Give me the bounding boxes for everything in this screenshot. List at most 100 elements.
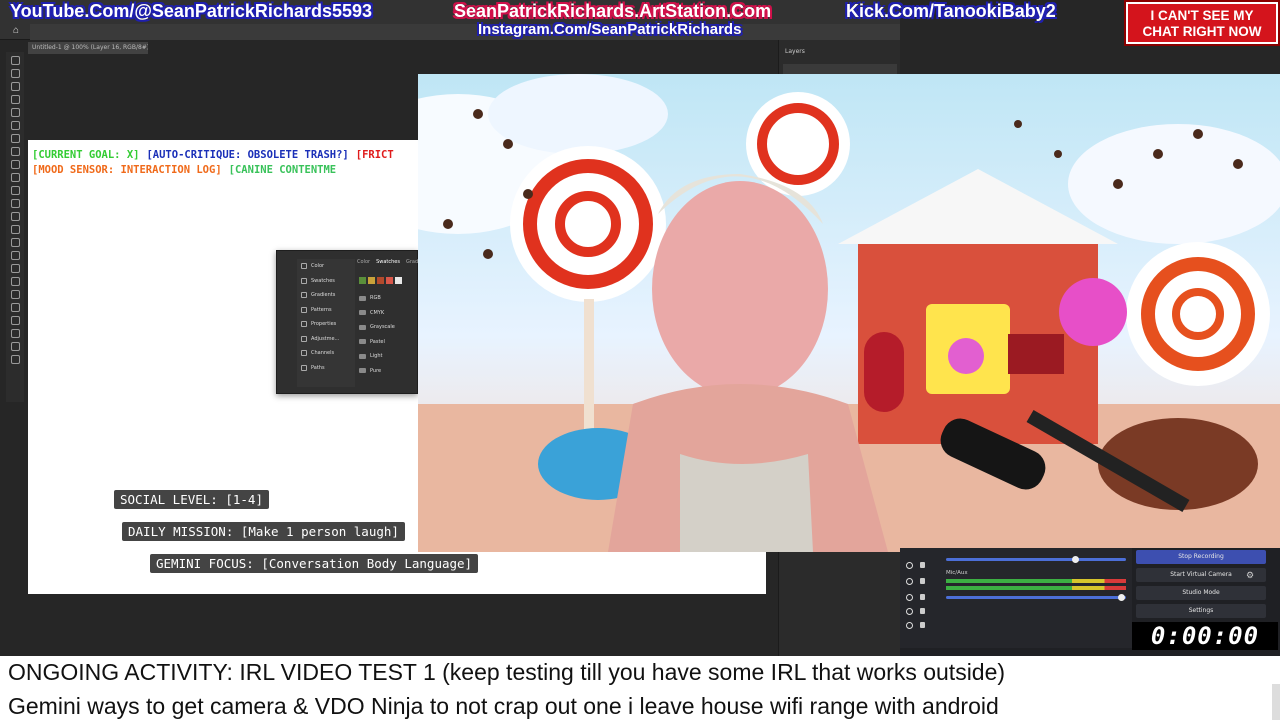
studio-mode-button[interactable]: Studio Mode [1136,586,1266,600]
document-tab[interactable]: Untitled-1 @ 100% (Layer 16, RGB/8#) * [28,42,148,54]
swatch-folder[interactable]: RGB [359,291,395,306]
home-icon[interactable]: ⌂ [13,26,25,36]
panel-icon [301,277,307,284]
swatch-folder[interactable]: Pastel [359,335,395,350]
swatch-folder[interactable]: CMYK [359,306,395,321]
gear-icon[interactable]: ⚙ [1246,570,1254,581]
tool-icon[interactable] [10,238,20,247]
swatch-chip[interactable] [386,277,393,284]
tool-icon[interactable] [10,121,20,130]
panel-icon [301,292,307,299]
swatch-folder[interactable]: Light [359,349,395,364]
visibility-eye-icon[interactable] [906,578,913,585]
audio-meter [946,579,1126,583]
tool-icon[interactable] [10,212,20,221]
lock-icon[interactable] [920,622,925,628]
layers-tab[interactable]: Layers [785,48,805,55]
tool-icon[interactable] [10,95,20,104]
chat-alert-line-1: I CAN'T SEE MY [1150,8,1254,23]
lock-icon[interactable] [920,578,925,584]
swatch-folder-label: Light [370,353,383,360]
panel-icon [301,350,307,357]
tool-icon[interactable] [10,303,20,312]
settings-button[interactable]: Settings [1136,604,1266,618]
visibility-eye-icon[interactable] [906,562,913,569]
stop-recording-button[interactable]: Stop Recording [1136,550,1266,564]
panel-sidebar-label: Channels [311,350,335,357]
panel-sidebar-label: Adjustme... [311,335,340,342]
folder-icon [359,339,366,345]
tool-icon[interactable] [10,69,20,78]
tool-icon[interactable] [10,316,20,325]
panel-sidebar-item[interactable]: Swatches [297,274,355,289]
tool-icon[interactable] [10,147,20,156]
swatch-folder-label: Grayscale [370,324,395,331]
swatch-chip[interactable] [359,277,366,284]
volume-slider[interactable] [946,596,1126,599]
recording-timer: 0:00:00 [1132,622,1278,650]
social-level-box: SOCIAL LEVEL: [1-4] [114,490,269,509]
swatch-chip[interactable] [395,277,402,284]
tool-icon[interactable] [10,56,20,65]
snow-cloud [488,74,668,154]
panel-sidebar-item[interactable]: Channels [297,346,355,361]
tool-icon[interactable] [10,173,20,182]
swatch-panel-tab[interactable]: Color [357,259,370,265]
visibility-eye-icon[interactable] [906,608,913,615]
swatch-folders: RGB CMYK Grayscale Pastel Light Pure [359,291,395,378]
visibility-eye-icon[interactable] [906,622,913,629]
tool-icon[interactable] [10,82,20,91]
tool-icon[interactable] [10,225,20,234]
obs-dock: Mic/Aux Stop Recording Start Virtual Cam… [900,548,1280,656]
streamer-face [652,181,828,397]
panel-sidebar-item[interactable]: Gradients [297,288,355,303]
swatch-chip[interactable] [368,277,375,284]
photoshop-options-bar [30,24,900,40]
tool-icon[interactable] [10,264,20,273]
layers-filter-bar[interactable] [783,64,897,74]
lock-icon[interactable] [920,562,925,568]
lock-icon[interactable] [920,594,925,600]
tool-icon[interactable] [10,251,20,260]
swatch-folder[interactable]: Grayscale [359,320,395,335]
tools-panel [6,52,24,402]
tool-icon[interactable] [10,329,20,338]
candy-ball [1059,278,1127,346]
visibility-eye-icon[interactable] [906,594,913,601]
tool-icon[interactable] [10,160,20,169]
volume-knob[interactable] [1118,594,1125,601]
tool-icon[interactable] [10,186,20,195]
tool-icon[interactable] [10,290,20,299]
panel-sidebar-item[interactable]: Patterns [297,303,355,318]
tool-icon[interactable] [10,277,20,286]
youtube-handle: YouTube.Com/@SeanPatrickRichards5593 [10,1,373,21]
swatch-folder[interactable]: Pure [359,364,395,379]
candy-ball [948,338,984,374]
panel-sidebar-label: Gradients [311,292,336,299]
hud-tag: [FRICT [355,149,394,161]
panel-icon [301,364,307,371]
panel-sidebar-item[interactable]: Color [297,259,355,274]
swatch-panel-tab[interactable]: Swatches [376,259,400,265]
lock-icon[interactable] [920,608,925,614]
volume-slider[interactable] [946,558,1126,561]
stream-screen: ⌂ Untitled-1 @ 100% (Layer 16, RGB/8#) *… [0,0,1280,720]
tool-icon[interactable] [10,134,20,143]
panel-icon [301,321,307,328]
tool-icon[interactable] [10,355,20,364]
tool-icon[interactable] [10,342,20,351]
tool-icon[interactable] [10,199,20,208]
folder-icon [359,368,366,374]
ticker-scrollbar[interactable] [1272,684,1280,720]
panel-sidebar-item[interactable]: Properties [297,317,355,332]
hud-tag: [AUTO-CRITIQUE: OBSOLETE TRASH?] [146,149,349,161]
tool-icon[interactable] [10,108,20,117]
panel-sidebar-item[interactable]: Adjustme... [297,332,355,347]
folder-icon [359,295,366,301]
ticker-line-2: Gemini ways to get camera & VDO Ninja to… [8,693,999,719]
panel-sidebar-item[interactable]: Paths [297,361,355,376]
panel-icon [301,263,307,270]
swatch-chip[interactable] [377,277,384,284]
volume-knob[interactable] [1072,556,1079,563]
candy-scene [418,74,1280,552]
